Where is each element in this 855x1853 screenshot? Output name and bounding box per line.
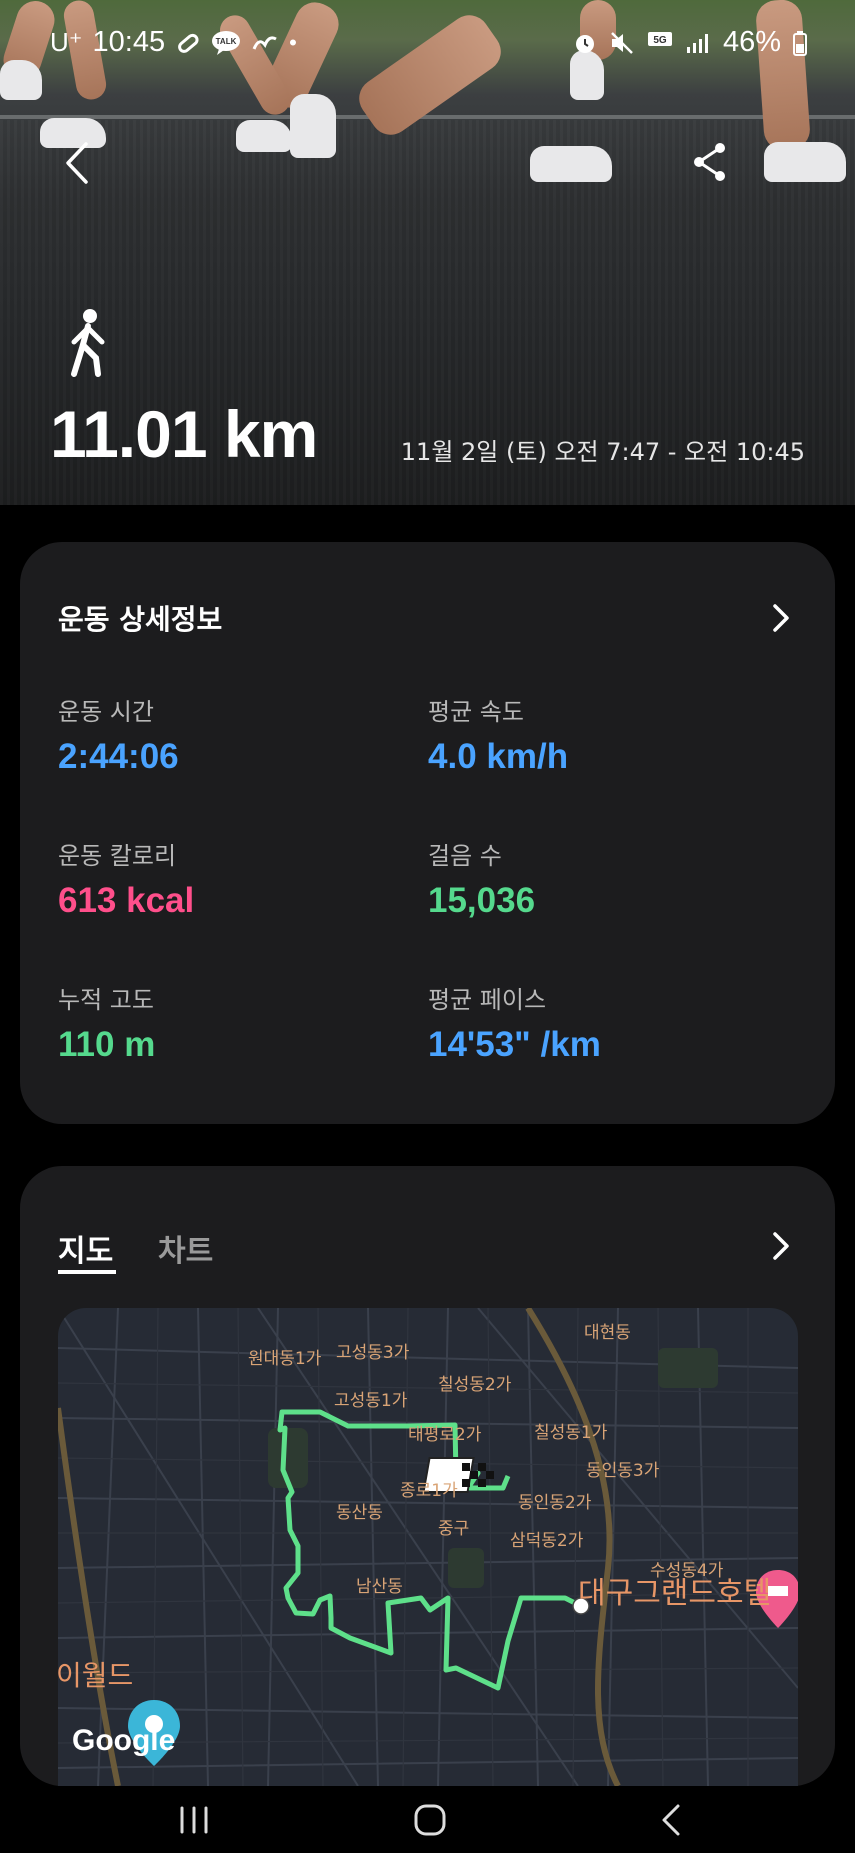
map-label: 태평로2가 bbox=[408, 1425, 482, 1445]
map-label: 동산동 bbox=[336, 1503, 383, 1523]
stat-value: 110 m bbox=[58, 1025, 156, 1064]
map-label: 대현동 bbox=[584, 1323, 631, 1343]
stat-value: 613 kcal bbox=[58, 881, 195, 920]
recent-apps-icon[interactable] bbox=[172, 1800, 216, 1840]
walking-icon bbox=[71, 309, 105, 377]
hotel-label: 대구그랜드호텔 bbox=[578, 1576, 772, 1611]
runner-shoe bbox=[530, 146, 612, 182]
attraction-label: 이월드 bbox=[58, 1659, 134, 1692]
stat-value: 2:44:06 bbox=[58, 737, 179, 776]
map-label: 칠성동1가 bbox=[534, 1423, 608, 1443]
map-label: 동인동3가 bbox=[586, 1461, 660, 1481]
route-map[interactable]: 대현동 원대동1가 고성동3가 칠성동2가 고성동1가 태평로2가 칠성동1가 … bbox=[58, 1308, 798, 1786]
status-right: 5G 46% bbox=[573, 26, 807, 59]
mute-icon bbox=[611, 31, 633, 54]
chevron-right-icon[interactable] bbox=[769, 602, 793, 634]
tab-indicator bbox=[58, 1270, 116, 1274]
map-label: 중구 bbox=[438, 1519, 470, 1539]
svg-text:TALK: TALK bbox=[216, 37, 237, 46]
runner-shoe bbox=[764, 142, 846, 182]
share-icon[interactable] bbox=[690, 140, 730, 184]
stat-label: 누적 고도 bbox=[58, 986, 154, 1014]
map-label: 종로1가 bbox=[400, 1481, 458, 1501]
stat-label: 걸음 수 bbox=[428, 842, 502, 870]
map-canvas bbox=[58, 1308, 798, 1786]
chevron-right-icon[interactable] bbox=[769, 1230, 793, 1262]
hand-icon bbox=[252, 35, 277, 50]
back-icon[interactable] bbox=[58, 138, 98, 188]
tab-chart[interactable]: 차트 bbox=[158, 1226, 213, 1270]
stat-label: 평균 속도 bbox=[428, 698, 524, 726]
signal-icon bbox=[686, 33, 708, 53]
back-nav-icon[interactable] bbox=[650, 1800, 694, 1840]
road-line bbox=[0, 115, 855, 119]
svg-text:5G: 5G bbox=[653, 35, 667, 46]
hero-banner: U⁺ 10:45 TALK • 5G 46% 11.01 km 11월 2일 (… bbox=[0, 0, 855, 505]
map-label: 고성동3가 bbox=[336, 1343, 410, 1363]
stat-value: 4.0 km/h bbox=[428, 737, 569, 776]
battery-icon bbox=[793, 30, 807, 56]
map-park bbox=[448, 1548, 484, 1588]
battery-percent: 46% bbox=[722, 26, 781, 58]
status-bar: U⁺ 10:45 TALK • 5G 46% bbox=[0, 0, 855, 80]
map-label: 남산동 bbox=[356, 1577, 403, 1597]
map-label: 원대동1가 bbox=[248, 1349, 322, 1369]
google-attribution: Google bbox=[72, 1724, 176, 1757]
map-label: 동인동2가 bbox=[518, 1493, 592, 1513]
dot-icon: • bbox=[289, 29, 297, 55]
5g-icon: 5G bbox=[647, 31, 672, 46]
stat-value: 14'53" /km bbox=[428, 1025, 601, 1064]
stat-label: 평균 페이스 bbox=[428, 986, 547, 1014]
stat-steps: 걸음 수 15,036 bbox=[428, 836, 535, 921]
carrier-label: U⁺ bbox=[50, 27, 83, 57]
stat-elevation: 누적 고도 110 m bbox=[58, 980, 155, 1065]
map-park bbox=[658, 1348, 718, 1388]
stat-duration: 운동 시간 2:44:06 bbox=[58, 692, 179, 777]
talk-icon: TALK bbox=[212, 30, 241, 55]
stat-avg-pace: 평균 페이스 14'53" /km bbox=[428, 980, 601, 1065]
workout-details-card[interactable]: 운동 상세정보 운동 시간 2:44:06 평균 속도 4.0 km/h 운동 … bbox=[20, 542, 835, 1124]
stat-label: 운동 시간 bbox=[58, 698, 154, 726]
alarm-icon bbox=[575, 34, 594, 53]
runner-shoe bbox=[236, 120, 292, 152]
runner-shoe bbox=[290, 94, 336, 158]
stat-label: 운동 칼로리 bbox=[58, 842, 177, 870]
status-left: U⁺ 10:45 TALK • bbox=[50, 26, 297, 59]
pill-icon bbox=[178, 33, 199, 53]
stat-value: 15,036 bbox=[428, 881, 536, 920]
system-nav-bar bbox=[0, 1786, 855, 1853]
tab-map[interactable]: 지도 bbox=[58, 1226, 113, 1270]
map-label: 고성동1가 bbox=[334, 1391, 408, 1411]
map-card: 지도 차트 대현동 원대동1가 고성동3가 칠성동2가 고성동1가 태평로2가 … bbox=[20, 1166, 835, 1786]
home-icon[interactable] bbox=[408, 1800, 452, 1840]
stat-avg-speed: 평균 속도 4.0 km/h bbox=[428, 692, 568, 777]
workout-datetime: 11월 2일 (토) 오전 7:47 - 오전 10:45 bbox=[400, 438, 805, 466]
distance-value: 11.01 km bbox=[50, 397, 318, 471]
status-time: 10:45 bbox=[92, 26, 166, 58]
map-label: 삼덕동2가 bbox=[510, 1531, 584, 1551]
map-label: 칠성동2가 bbox=[438, 1375, 512, 1395]
stat-calories: 운동 칼로리 613 kcal bbox=[58, 836, 194, 921]
details-title: 운동 상세정보 bbox=[58, 603, 223, 636]
